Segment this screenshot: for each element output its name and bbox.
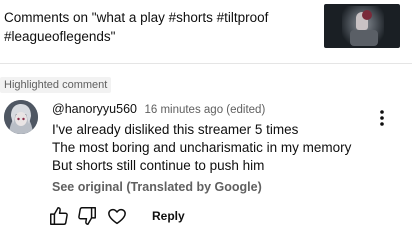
comment-line: But shorts still continue to push him [52, 158, 265, 173]
like-icon[interactable] [48, 205, 70, 227]
comment-line: The most boring and uncharismatic in my … [52, 140, 352, 155]
comment-username[interactable]: @hanoryyu560 [52, 102, 137, 116]
dislike-icon[interactable] [76, 205, 98, 227]
comments-header: Comments on "what a play #shorts #tiltpr… [0, 0, 412, 64]
highlighted-comment-badge: Highlighted comment [0, 77, 112, 93]
heart-icon[interactable] [106, 205, 128, 227]
comment-meta: @hanoryyu560 16 minutes ago (edited) [52, 101, 265, 118]
more-vert-icon[interactable] [374, 108, 390, 128]
reply-button[interactable]: Reply [152, 208, 185, 224]
comment-line: I've already disliked this streamer 5 ti… [52, 122, 299, 137]
avatar[interactable] [4, 100, 38, 134]
video-thumbnail[interactable] [324, 4, 400, 48]
comment-timestamp[interactable]: 16 minutes ago (edited) [144, 104, 265, 116]
see-original-link[interactable]: See original (Translated by Google) [52, 179, 262, 195]
comment-text: I've already disliked this streamer 5 ti… [52, 121, 351, 175]
comments-title: Comments on "what a play #shorts #tiltpr… [4, 10, 269, 44]
